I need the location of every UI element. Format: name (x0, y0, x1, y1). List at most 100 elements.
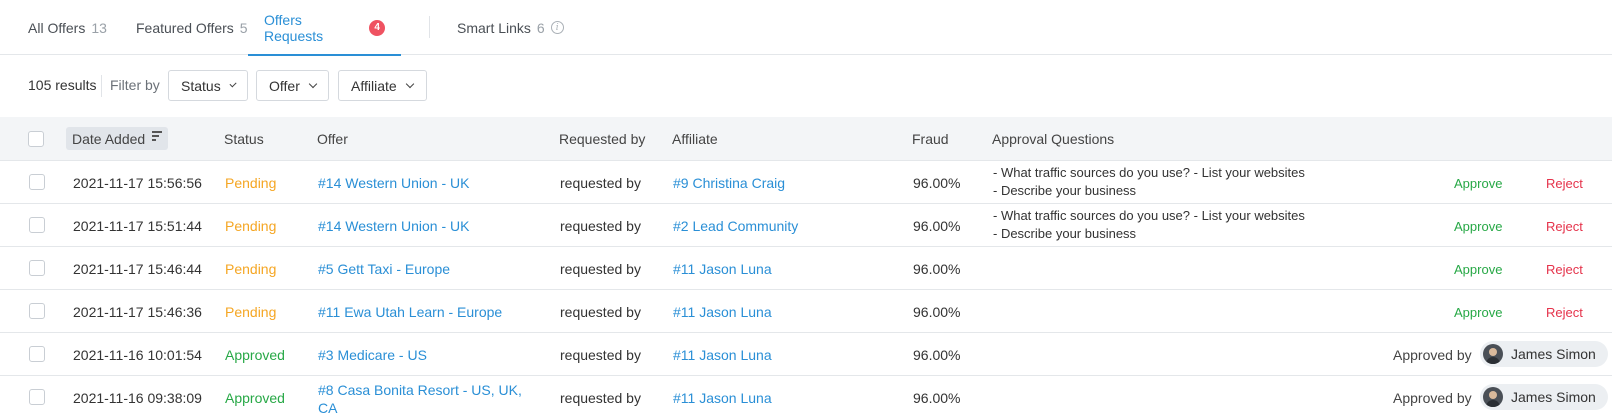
status-badge: Pending (225, 304, 277, 320)
tab-label: All Offers (28, 19, 86, 36)
filter-by-label: Filter by (110, 77, 160, 93)
status-badge: Approved (225, 390, 285, 406)
status-badge: Pending (225, 261, 277, 277)
reject-button[interactable]: Reject (1546, 305, 1583, 320)
affiliate-link[interactable]: #11 Jason Luna (673, 304, 772, 320)
tab-offers-requests[interactable]: Offers Requests 4 (248, 0, 401, 56)
fraud-value: 96.00% (913, 347, 961, 363)
tab-badge: 4 (369, 19, 385, 36)
tab-count: 13 (91, 19, 107, 36)
offer-filter-dropdown[interactable]: Offer (256, 70, 329, 101)
date-added: 2021-11-16 10:01:54 (73, 347, 202, 363)
status-badge: Pending (225, 218, 277, 234)
affiliate-link[interactable]: #11 Jason Luna (673, 261, 772, 277)
approve-button[interactable]: Approve (1454, 219, 1502, 234)
row-checkbox[interactable] (29, 174, 45, 190)
question-line: - What traffic sources do you use? - Lis… (993, 208, 1305, 223)
results-count: 105 results (28, 77, 97, 93)
approve-button[interactable]: Approve (1454, 262, 1502, 277)
date-added: 2021-11-16 09:38:09 (73, 390, 202, 406)
fraud-value: 96.00% (913, 218, 961, 234)
header-offer: Offer (317, 131, 348, 147)
affiliate-link[interactable]: #11 Jason Luna (673, 390, 772, 406)
avatar (1483, 344, 1503, 364)
reject-button[interactable]: Reject (1546, 219, 1583, 234)
row-checkbox[interactable] (29, 389, 45, 405)
date-added: 2021-11-17 15:46:44 (73, 261, 202, 277)
status-badge: Approved (225, 347, 285, 363)
tab-featured-offers[interactable]: Featured Offers 5 (136, 0, 248, 55)
approved-by-label: Approved by (1393, 347, 1472, 363)
chevron-down-icon (308, 79, 318, 88)
offer-link[interactable]: #14 Western Union - UK (318, 175, 469, 191)
offer-line: #8 Casa Bonita Resort - US, UK, (318, 382, 522, 398)
date-added: 2021-11-17 15:56:56 (73, 175, 202, 191)
requested-by-text: requested by (560, 218, 641, 234)
info-icon[interactable]: i (550, 21, 564, 34)
filter-bar: 105 results Filter by Status Offer Affil… (0, 55, 1612, 117)
dropdown-label: Offer (269, 77, 300, 94)
requested-by-text: requested by (560, 390, 641, 406)
table-row: 2021-11-17 15:46:44 Pending #5 Gett Taxi… (0, 247, 1612, 290)
affiliate-link[interactable]: #11 Jason Luna (673, 347, 772, 363)
tab-label: Featured Offers (136, 19, 234, 36)
fraud-value: 96.00% (913, 304, 961, 320)
offer-link[interactable]: #14 Western Union - UK (318, 218, 469, 234)
affiliate-link[interactable]: #9 Christina Craig (673, 175, 785, 191)
question-line: - Describe your business (993, 226, 1137, 241)
question-line: - Describe your business (993, 183, 1137, 198)
tab-label: Smart Links (457, 19, 531, 36)
sort-icon[interactable] (152, 131, 162, 143)
avatar (1483, 387, 1503, 407)
chevron-down-icon (405, 79, 414, 88)
row-checkbox[interactable] (29, 217, 45, 233)
approval-questions: - What traffic sources do you use? - Lis… (993, 207, 1305, 243)
offer-link[interactable]: #11 Ewa Utah Learn - Europe (318, 304, 502, 320)
fraud-value: 96.00% (913, 261, 961, 277)
tab-all-offers[interactable]: All Offers 13 (28, 0, 107, 55)
chevron-down-icon (229, 79, 237, 88)
fraud-value: 96.00% (913, 175, 961, 191)
approval-questions: - What traffic sources do you use? - Lis… (993, 164, 1305, 200)
header-status: Status (224, 131, 264, 147)
filter-divider (101, 75, 102, 97)
table-row: 2021-11-17 15:46:36 Pending #11 Ewa Utah… (0, 290, 1612, 333)
status-badge: Pending (225, 175, 277, 191)
tab-bar: All Offers 13 Featured Offers 5 Offers R… (0, 0, 1612, 56)
reject-button[interactable]: Reject (1546, 176, 1583, 191)
table-row: 2021-11-16 10:01:54 Approved #3 Medicare… (0, 333, 1612, 376)
approve-button[interactable]: Approve (1454, 176, 1502, 191)
status-filter-dropdown[interactable]: Status (168, 70, 248, 101)
tab-count: 5 (239, 19, 248, 36)
affiliate-link[interactable]: #2 Lead Community (673, 218, 798, 234)
approved-by-label: Approved by (1393, 390, 1472, 406)
approver-chip[interactable]: James Simon (1480, 384, 1608, 410)
table-row: 2021-11-17 15:51:44 Pending #14 Western … (0, 204, 1612, 247)
offer-link[interactable]: #8 Casa Bonita Resort - US, UK, CA (318, 381, 522, 416)
fraud-value: 96.00% (913, 390, 961, 406)
select-all-checkbox[interactable] (28, 131, 44, 147)
date-added: 2021-11-17 15:51:44 (73, 218, 202, 234)
tab-smart-links[interactable]: Smart Links 6 i (457, 0, 564, 55)
approve-button[interactable]: Approve (1454, 305, 1502, 320)
offer-link[interactable]: #3 Medicare - US (318, 347, 427, 363)
table-header: Date Added Status Offer Requested by Aff… (0, 117, 1612, 161)
row-checkbox[interactable] (29, 346, 45, 362)
dropdown-label: Status (181, 77, 221, 94)
requested-by-text: requested by (560, 347, 641, 363)
approver-name: James Simon (1511, 346, 1596, 362)
dropdown-label: Affiliate (351, 77, 397, 94)
row-checkbox[interactable] (29, 303, 45, 319)
approver-chip[interactable]: James Simon (1480, 341, 1608, 367)
offer-link[interactable]: #5 Gett Taxi - Europe (318, 261, 450, 277)
requested-by-text: requested by (560, 175, 641, 191)
affiliate-filter-dropdown[interactable]: Affiliate (338, 70, 427, 101)
header-requested-by: Requested by (559, 131, 646, 147)
row-checkbox[interactable] (29, 260, 45, 276)
question-line: - What traffic sources do you use? - Lis… (993, 165, 1305, 180)
header-affiliate: Affiliate (672, 131, 718, 147)
table-row: 2021-11-17 15:56:56 Pending #14 Western … (0, 161, 1612, 204)
reject-button[interactable]: Reject (1546, 262, 1583, 277)
header-date-added: Date Added (72, 131, 146, 147)
header-fraud: Fraud (912, 131, 949, 147)
